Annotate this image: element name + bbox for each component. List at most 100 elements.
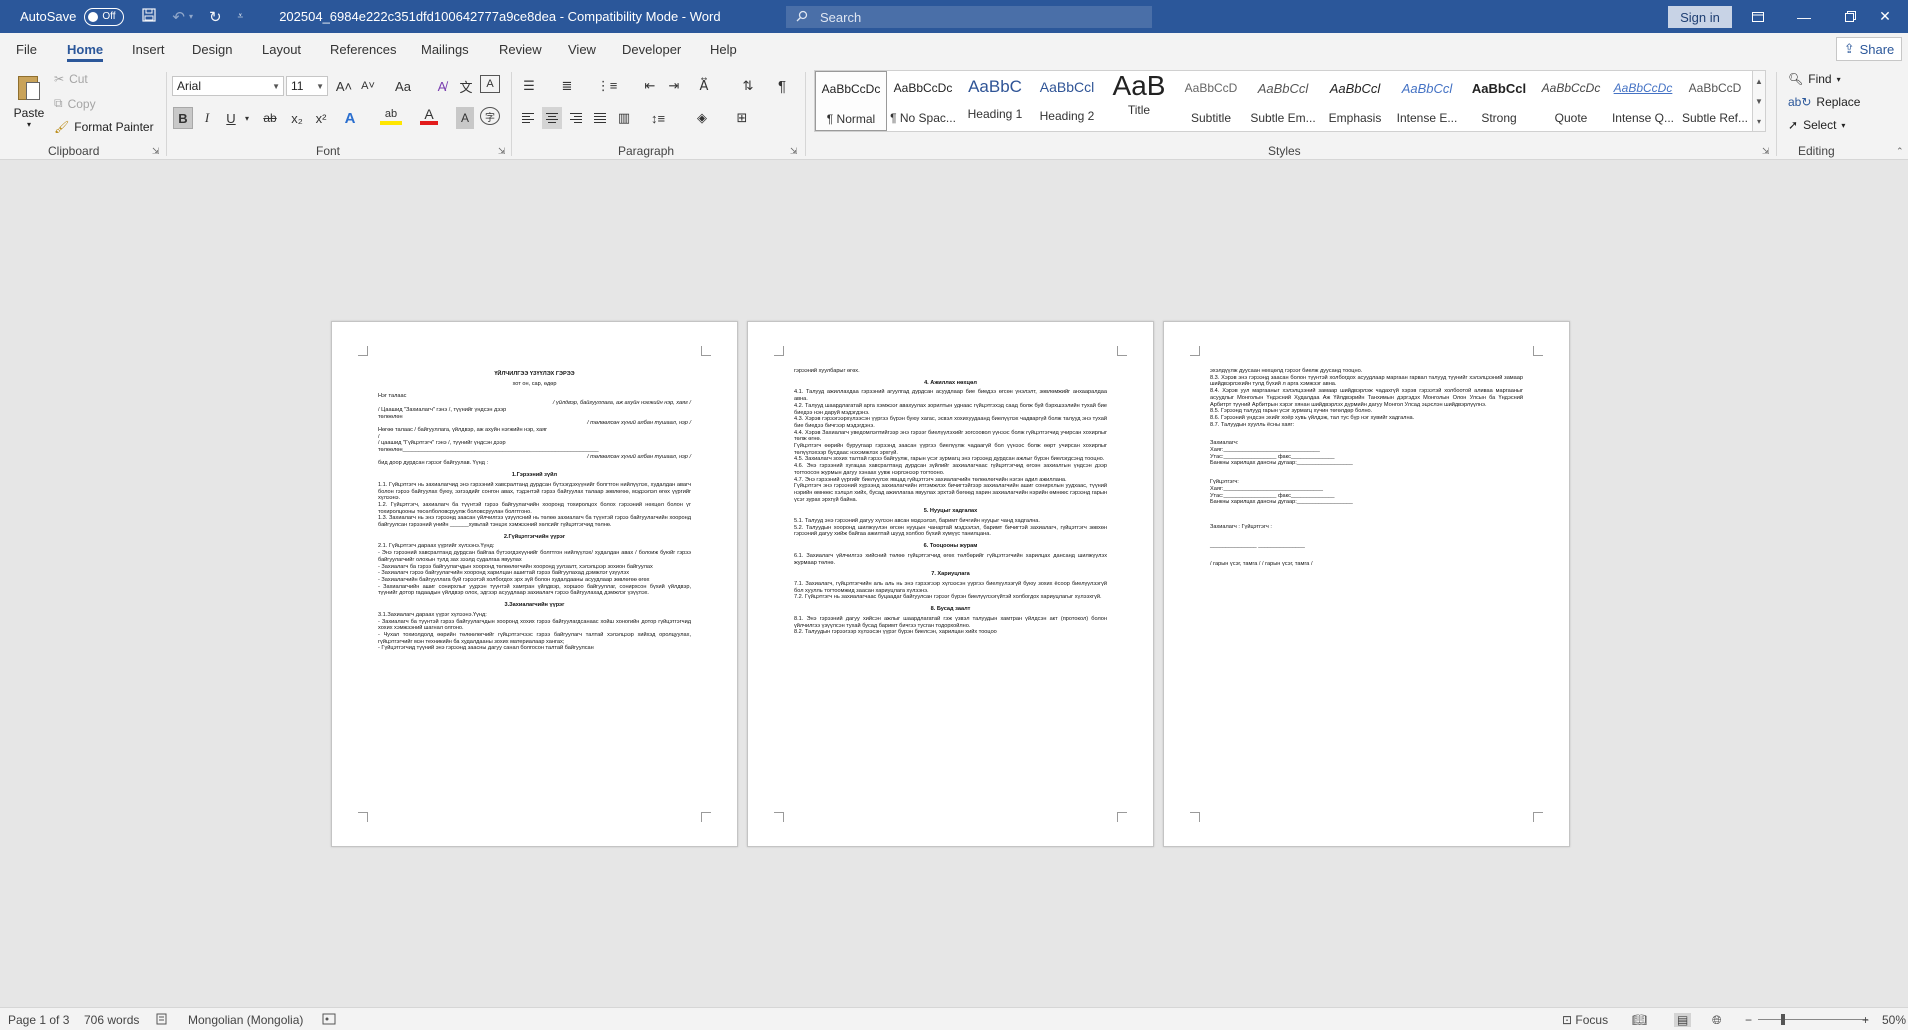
decrease-indent-icon[interactable]: ⇤ — [640, 75, 660, 97]
sort-icon[interactable]: ⇅ — [738, 75, 758, 97]
underline-dropdown-icon[interactable]: ▾ — [241, 107, 253, 129]
close-icon[interactable]: ✕ — [1862, 0, 1908, 33]
justify-icon[interactable] — [590, 107, 610, 129]
clear-formatting-icon[interactable]: A̸ — [432, 75, 452, 97]
enclose-characters-button[interactable]: 字 — [480, 107, 500, 125]
highlight-button[interactable]: ab — [380, 107, 402, 125]
focus-button[interactable]: ⊡ Focus — [1562, 1013, 1608, 1027]
font-size-input[interactable]: 11 ▼ — [286, 76, 328, 96]
zoom-level[interactable]: 50% — [1882, 1013, 1906, 1027]
numbering-icon[interactable]: ≣ — [556, 75, 578, 97]
phonetic-guide-icon[interactable]: 文 — [456, 75, 476, 97]
tab-design[interactable]: Design — [192, 33, 232, 66]
shrink-font-button[interactable]: A˅ — [358, 75, 378, 97]
text-effects-button[interactable]: A — [340, 107, 360, 129]
undo-dropdown-icon[interactable]: ▾ — [189, 12, 193, 21]
style-quote[interactable]: AaBbCcDc Quote — [1535, 71, 1607, 131]
cut-button[interactable]: ✂ Cut — [54, 72, 88, 86]
paste-button[interactable]: Paste ▾ — [8, 70, 50, 136]
asian-layout-icon[interactable]: A⃡ — [692, 75, 716, 97]
tab-help[interactable]: Help — [710, 33, 737, 66]
chevron-up-icon[interactable]: ▲ — [1755, 77, 1763, 86]
style-strong[interactable]: AaBbCcl Strong — [1463, 71, 1535, 131]
shading-icon[interactable]: ◈ — [690, 107, 714, 129]
zoom-out-icon[interactable]: − — [1745, 1013, 1752, 1027]
increase-indent-icon[interactable]: ⇥ — [664, 75, 684, 97]
multilevel-list-icon[interactable]: ⋮≡ — [596, 75, 618, 97]
style-intense-emphasis[interactable]: AaBbCcl Intense E... — [1391, 71, 1463, 131]
collapse-ribbon-icon[interactable]: ⌃ — [1896, 146, 1904, 157]
share-button[interactable]: ⇪ Share — [1836, 37, 1902, 61]
font-launcher-icon[interactable]: ⇲ — [498, 146, 506, 157]
web-layout-icon[interactable]: 🌐︎ — [1712, 1013, 1722, 1028]
styles-gallery-scroll[interactable]: ▲ ▼ ▾ — [1752, 70, 1766, 132]
page-2[interactable]: гэрээний хуулбарыг өгөх. 4. Ажиллах нөхцө… — [747, 321, 1154, 847]
style-subtle-emphasis[interactable]: AaBbCcl Subtle Em... — [1247, 71, 1319, 131]
tab-insert[interactable]: Insert — [132, 33, 165, 66]
format-painter-button[interactable]: 🖌 Format Painter — [54, 120, 154, 134]
paste-dropdown-icon[interactable]: ▾ — [27, 120, 31, 129]
select-button[interactable]: ➚ Select ▾ — [1788, 118, 1845, 132]
tab-view[interactable]: View — [568, 33, 596, 66]
tab-developer[interactable]: Developer — [622, 33, 681, 66]
style-subtitle[interactable]: AaBbCcD Subtitle — [1175, 71, 1247, 131]
style-no-spacing[interactable]: AaBbCcDc ¶ No Spac... — [887, 71, 959, 131]
autosave-toggle[interactable]: Off — [84, 7, 125, 26]
undo-icon[interactable]: ↶ — [172, 8, 185, 26]
grow-font-button[interactable]: A˄ — [334, 75, 354, 97]
bold-button[interactable]: B — [173, 107, 193, 129]
zoom-slider[interactable] — [1758, 1019, 1868, 1020]
font-name-input[interactable]: Arial ▼ — [172, 76, 284, 96]
tab-layout[interactable]: Layout — [262, 33, 301, 66]
macro-recording-icon[interactable] — [322, 1013, 336, 1028]
character-border-icon[interactable]: A — [480, 75, 500, 93]
chevron-down-icon[interactable]: ▼ — [1755, 97, 1763, 106]
ribbon-display-options-icon[interactable] — [1735, 0, 1781, 33]
styles-launcher-icon[interactable]: ⇲ — [1762, 146, 1770, 157]
read-mode-icon[interactable]: 📖︎ — [1632, 1013, 1647, 1027]
align-left-icon[interactable] — [518, 107, 538, 129]
bullets-icon[interactable]: ☰ — [518, 75, 540, 97]
tab-file[interactable]: File — [16, 33, 37, 66]
style-emphasis[interactable]: AaBbCcl Emphasis — [1319, 71, 1391, 131]
show-formatting-button[interactable]: ¶ — [772, 75, 792, 97]
search-box[interactable]: Search — [786, 6, 1152, 28]
redo-icon[interactable]: ↻ — [209, 8, 222, 26]
tab-review[interactable]: Review — [499, 33, 542, 66]
word-count[interactable]: 706 words — [84, 1013, 139, 1027]
language-indicator[interactable]: Mongolian (Mongolia) — [188, 1013, 303, 1027]
minimize-icon[interactable]: — — [1781, 0, 1827, 33]
style-intense-quote[interactable]: AaBbCcDc Intense Q... — [1607, 71, 1679, 131]
print-layout-icon[interactable]: ▤ — [1674, 1013, 1692, 1027]
style-heading-1[interactable]: AaBbC Heading 1 — [959, 71, 1031, 131]
style-title[interactable]: AaB Title — [1103, 71, 1175, 131]
line-spacing-icon[interactable]: ↕≡ — [646, 107, 670, 129]
align-right-icon[interactable] — [566, 107, 586, 129]
font-color-button[interactable]: A — [420, 106, 438, 125]
italic-button[interactable]: I — [197, 107, 217, 129]
character-shading-button[interactable]: A — [456, 107, 474, 129]
find-button[interactable]: 🔍︎ Find ▾ — [1788, 72, 1841, 86]
page-3[interactable]: эхэлдүүлж дуусаан нөхцөлд гэрээг биелж д… — [1163, 321, 1570, 847]
more-styles-icon[interactable]: ▾ — [1757, 117, 1761, 126]
strikethrough-button[interactable]: ab — [259, 107, 281, 129]
sign-in-button[interactable]: Sign in — [1668, 6, 1732, 28]
subscript-button[interactable]: x₂ — [287, 107, 307, 129]
borders-icon[interactable]: ⊞ — [730, 107, 754, 129]
style-subtle-reference[interactable]: AaBbCcD Subtle Ref... — [1679, 71, 1751, 131]
zoom-slider-thumb[interactable] — [1781, 1014, 1785, 1025]
tab-mailings[interactable]: Mailings — [421, 33, 469, 66]
align-center-icon[interactable] — [542, 107, 562, 129]
paragraph-launcher-icon[interactable]: ⇲ — [790, 146, 798, 157]
copy-button[interactable]: ⧉ Copy — [54, 96, 96, 111]
page-count[interactable]: Page 1 of 3 — [8, 1013, 69, 1027]
replace-button[interactable]: ab↻ Replace — [1788, 95, 1860, 109]
style-heading-2[interactable]: AaBbCcl Heading 2 — [1031, 71, 1103, 131]
tab-references[interactable]: References — [330, 33, 396, 66]
zoom-in-icon[interactable]: + — [1862, 1013, 1869, 1027]
clipboard-launcher-icon[interactable]: ⇲ — [152, 146, 160, 157]
save-icon[interactable] — [142, 7, 156, 26]
page-1[interactable]: ҮЙЛЧИЛГЭЭ ҮЗҮҮЛЭХ ГЭРЭЭ хот он, сар, өдөр… — [331, 321, 738, 847]
underline-button[interactable]: U — [221, 107, 241, 129]
customize-qat-icon[interactable]: ⩡ — [238, 11, 244, 22]
